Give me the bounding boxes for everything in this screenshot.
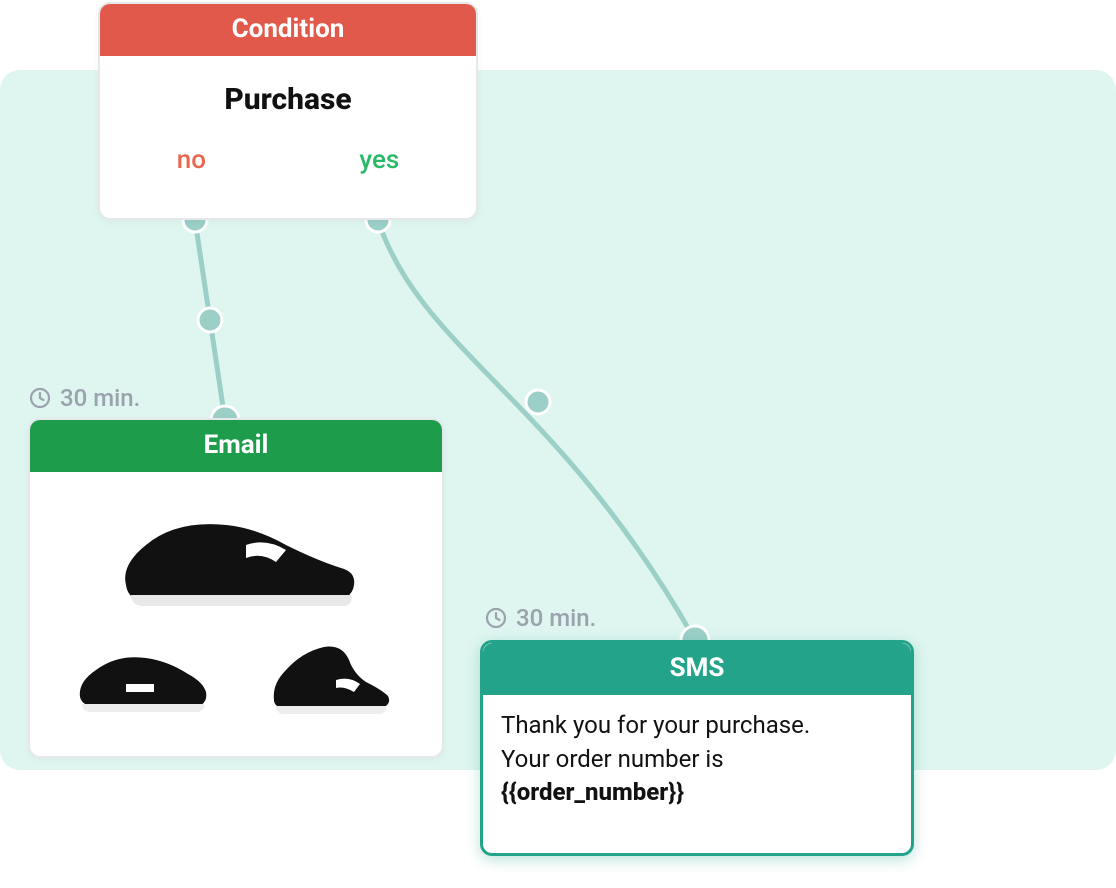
email-delay-label: 30 min. [28, 384, 140, 412]
sms-body-variable: {{order_number}} [501, 778, 684, 806]
email-node[interactable]: Email [28, 418, 444, 758]
branch-yes-label: yes [359, 145, 399, 175]
condition-node[interactable]: Condition Purchase no yes [98, 2, 478, 220]
sms-body: Thank you for your purchase. Your order … [483, 695, 911, 824]
sneaker-icon [106, 490, 366, 620]
condition-header: Condition [100, 4, 476, 56]
sms-body-line1: Thank you for your purchase. [501, 711, 810, 739]
branch-labels: no yes [100, 145, 476, 175]
email-body [30, 472, 442, 732]
sms-delay-label: 30 min. [484, 604, 596, 632]
branch-no-label: no [177, 145, 206, 175]
clock-icon [484, 606, 508, 630]
email-product-image-large [106, 490, 366, 620]
sms-header: SMS [483, 643, 911, 695]
email-delay-text: 30 min. [60, 384, 140, 412]
sneaker-icon [254, 632, 404, 722]
sms-node[interactable]: SMS Thank you for your purchase. Your or… [480, 640, 914, 856]
sms-delay-text: 30 min. [516, 604, 596, 632]
condition-title: Purchase [100, 82, 476, 117]
email-product-image-small-1 [68, 632, 218, 722]
email-product-image-small-2 [254, 632, 404, 722]
sms-body-line2: Your order number is [501, 745, 724, 773]
sneaker-icon [68, 632, 218, 722]
clock-icon [28, 386, 52, 410]
email-header: Email [30, 420, 442, 472]
